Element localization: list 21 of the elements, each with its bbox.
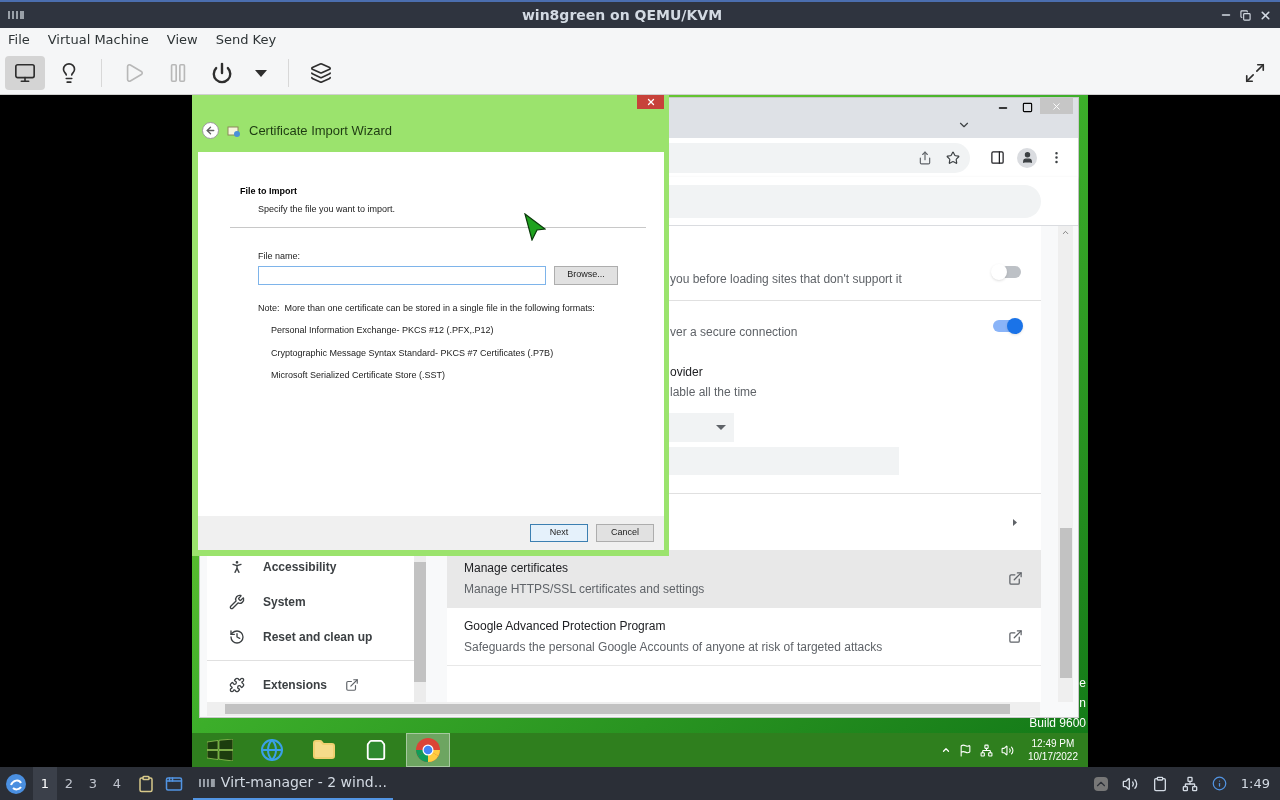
format-item: Cryptographic Message Syntax Standard- PKCS #7 Certificates (.P7B) (270, 346, 555, 360)
dialog-title: Certificate Import Wizard (249, 121, 393, 140)
setting-description: Safeguards the personal Google Accounts of anyone at risk of targeted attacks (464, 639, 883, 656)
format-item: Personal Information Exchange- PKCS #12 (.PFX,.P12) (270, 324, 495, 337)
field-label: File name: (257, 250, 302, 263)
setting-title: Manage certificates (464, 560, 570, 577)
setting-description: ver a secure connection (670, 324, 798, 341)
note-text: Note: More than one certificate can be stored in a single file in the following formats: (257, 301, 596, 315)
section-heading: File to Import (239, 185, 298, 198)
setting-description: Manage HTTPS/SSL certificates and settings (464, 581, 705, 598)
desktop-text: e (1079, 675, 1086, 692)
setting-description: you before loading sites that don't support it (670, 271, 902, 288)
window-title: win8green on QEMU/KVM (520, 5, 724, 25)
format-item: Microsoft Serialized Certificate Store (.SST) (270, 369, 447, 382)
desktop-text: n (1079, 695, 1086, 712)
section-subheading: Specify the file you want to import. (257, 202, 397, 216)
clock: 1:49 (1240, 774, 1270, 793)
desktop-text: Build 9600 (1029, 715, 1086, 732)
setting-title: Google Advanced Protection Program (464, 618, 667, 635)
setting-description: lable all the time (669, 384, 758, 401)
setting-title: ovider (669, 364, 704, 381)
